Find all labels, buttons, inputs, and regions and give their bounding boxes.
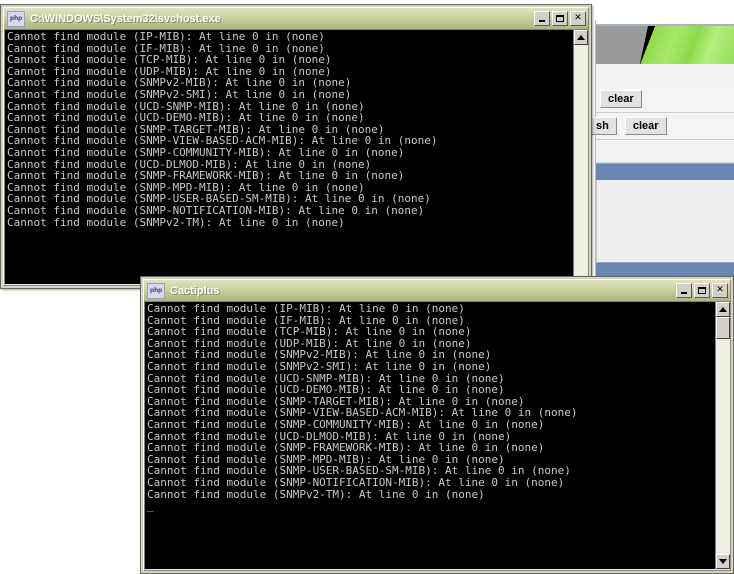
console-window-svchost[interactable]: php C:\WINDOWS\System32\svchost.exe ✕ Ca… — [0, 4, 592, 289]
console-line: Cannot find module (SNMP-COMMUNITY-MIB):… — [147, 417, 545, 431]
titlebar-svchost[interactable]: php C:\WINDOWS\System32\svchost.exe ✕ — [4, 8, 588, 29]
scroll-down-arrow-icon[interactable] — [716, 554, 730, 569]
console-client-area-svchost: Cannot find module (IP-MIB): At line 0 i… — [4, 29, 588, 285]
cacti-banner — [596, 24, 734, 66]
clear-button-2[interactable]: clear — [624, 117, 667, 135]
console-line: Cannot find module (IP-MIB): At line 0 i… — [147, 302, 465, 315]
console-output-cactiplus: Cannot find module (IP-MIB): At line 0 i… — [145, 302, 715, 569]
scrollbar-thumb[interactable] — [716, 317, 730, 339]
scrollbar-track[interactable] — [716, 317, 730, 554]
window-title-svchost: C:\WINDOWS\System32\svchost.exe — [30, 12, 221, 25]
php-icon-label: php — [9, 15, 23, 22]
console-line: Cannot find module (UCD-DEMO-MIB): At li… — [147, 383, 505, 397]
scroll-up-arrow-icon[interactable] — [574, 30, 588, 45]
filter-row-2: sh clear — [588, 113, 734, 140]
php-icon-label: php — [149, 287, 163, 294]
maximize-button[interactable] — [552, 11, 568, 26]
minimize-button[interactable] — [676, 283, 692, 298]
window-controls-svchost: ✕ — [534, 11, 586, 26]
clear-button-1[interactable]: clear — [600, 90, 642, 108]
close-button[interactable]: ✕ — [570, 11, 586, 26]
php-icon: php — [147, 282, 165, 299]
console-line: Cannot find module (SNMPv2-TM): At line … — [147, 487, 485, 501]
console-line: Cannot find module (SNMP-COMMUNITY-MIB):… — [7, 145, 405, 159]
console-window-cactiplus[interactable]: php Cactiplus ✕ Cannot find module (IP-M… — [140, 276, 734, 574]
page-strip-top — [596, 64, 734, 87]
page-strip-mid — [596, 140, 734, 163]
console-line: Cannot find module (SNMP-NOTIFICATION-MI… — [147, 475, 565, 489]
cacti-banner-graphic — [639, 26, 734, 64]
vertical-scrollbar-cactiplus[interactable] — [715, 302, 730, 569]
table-body-panel — [596, 180, 734, 262]
refresh-button[interactable]: sh — [588, 117, 617, 135]
console-cursor: _ — [147, 499, 154, 513]
console-client-area-cactiplus: Cannot find module (IP-MIB): At line 0 i… — [144, 301, 730, 570]
console-line: Cannot find module (SNMPv2-SMI): At line… — [7, 87, 352, 101]
window-title-cactiplus: Cactiplus — [170, 284, 220, 297]
scroll-up-arrow-icon[interactable] — [716, 302, 730, 317]
console-line: Cannot find module (IP-MIB): At line 0 i… — [7, 30, 325, 43]
console-line: Cannot find module (SNMP-FRAMEWORK-MIB):… — [147, 441, 545, 455]
console-line: Cannot find module (SNMP-FRAMEWORK-MIB):… — [7, 169, 405, 183]
console-output-svchost: Cannot find module (IP-MIB): At line 0 i… — [5, 30, 573, 284]
scrollbar-track[interactable] — [574, 45, 588, 284]
close-button[interactable]: ✕ — [712, 283, 728, 298]
console-line: Cannot find module (SNMPv2-TM): At line … — [7, 215, 345, 229]
maximize-button[interactable] — [694, 283, 710, 298]
php-icon: php — [7, 10, 25, 27]
window-controls-cactiplus: ✕ — [676, 283, 728, 298]
vertical-scrollbar-svchost[interactable] — [573, 30, 588, 284]
minimize-button[interactable] — [534, 11, 550, 26]
console-line: Cannot find module (UCD-DEMO-MIB): At li… — [7, 111, 365, 125]
console-line: Cannot find module (SNMP-NOTIFICATION-MI… — [7, 203, 425, 217]
filter-row-1: clear — [596, 86, 734, 113]
console-line: Cannot find module (SNMPv2-SMI): At line… — [147, 359, 492, 373]
table-header-bar-1 — [596, 163, 734, 181]
titlebar-cactiplus[interactable]: php Cactiplus ✕ — [144, 280, 730, 301]
